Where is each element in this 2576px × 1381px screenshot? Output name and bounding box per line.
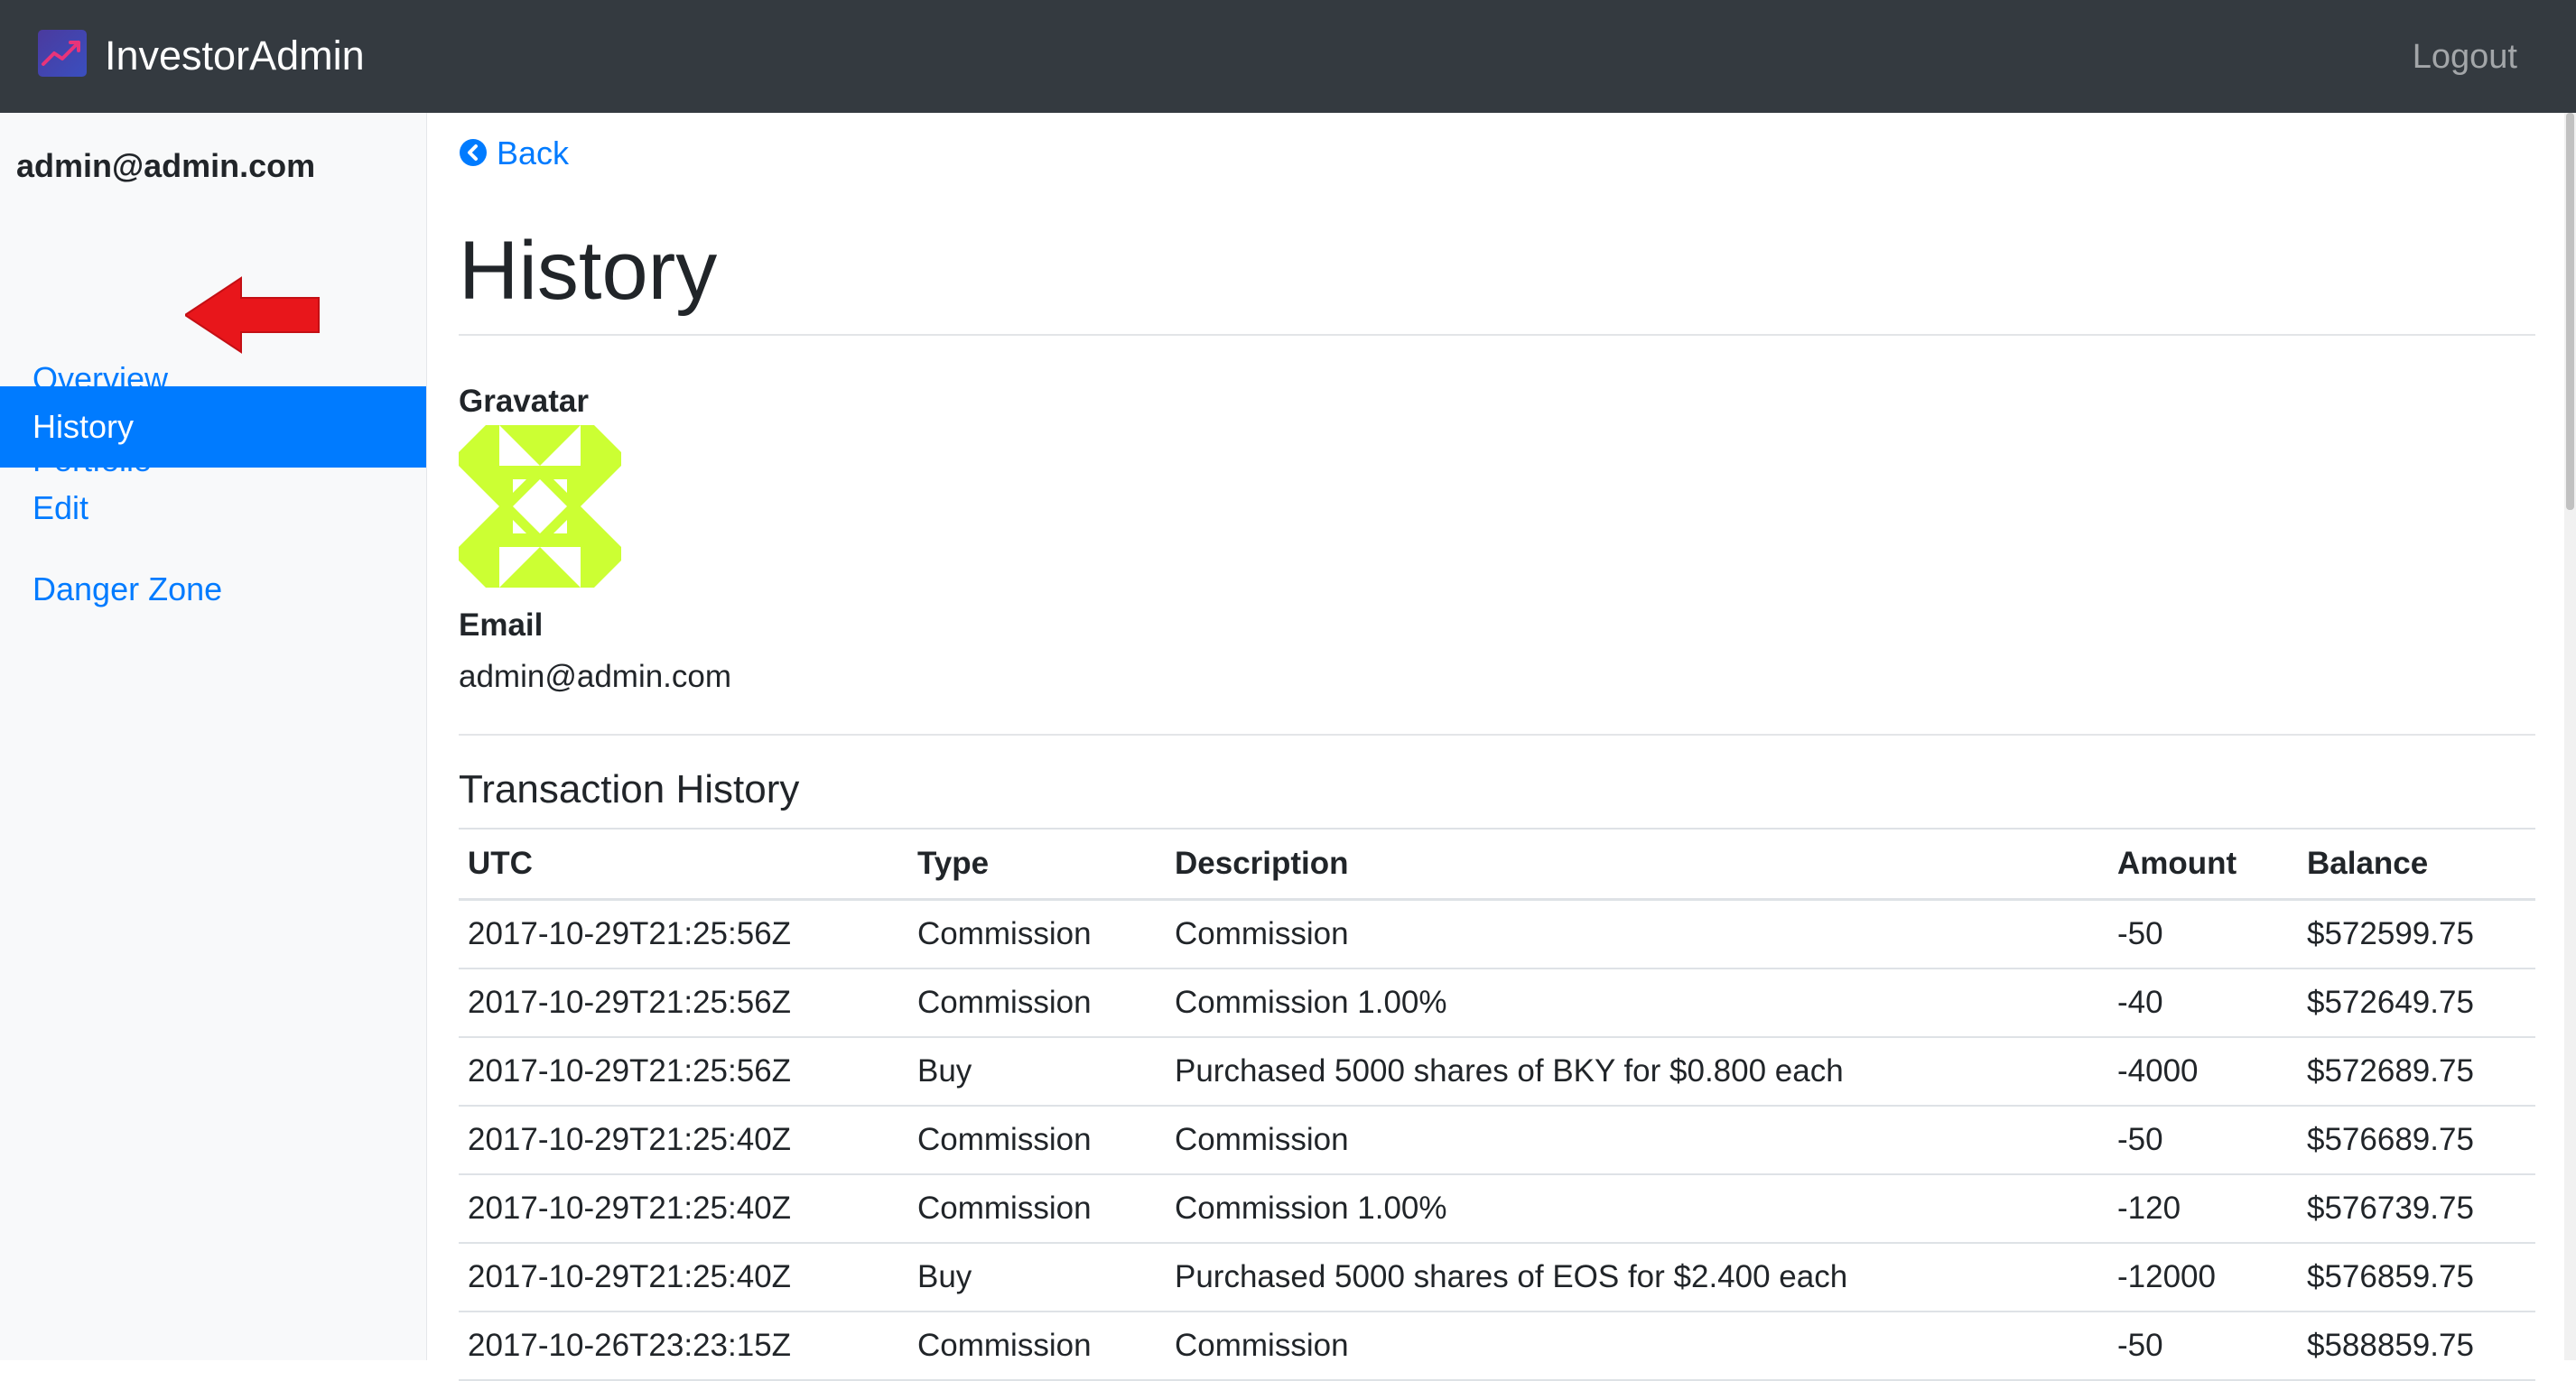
cell-amount: -50	[2108, 899, 2298, 969]
column-header-description: Description	[1166, 828, 2108, 901]
column-header-amount: Amount	[2108, 828, 2298, 901]
cell-balance: $588859.75	[2298, 1311, 2535, 1381]
cell-type: Buy	[908, 1037, 1166, 1107]
section-divider	[459, 734, 2535, 736]
cell-amount: -40	[2108, 969, 2298, 1038]
cell-utc: 2017-10-29T21:25:56Z	[459, 899, 908, 969]
cell-amount: -50	[2108, 1106, 2298, 1175]
sidebar-item-danger-zone[interactable]: Danger Zone	[0, 549, 426, 630]
trending-up-icon[interactable]	[38, 30, 87, 77]
cell-balance: $572599.75	[2298, 899, 2535, 969]
table-row: 2017-10-29T21:25:56Z Buy Purchased 5000 …	[459, 1037, 2535, 1107]
top-navbar: InvestorAdmin Logout	[0, 0, 2576, 113]
cell-type: Buy	[908, 1243, 1166, 1312]
transaction-table: UTC Type Description Amount Balance 2017…	[459, 828, 2535, 1381]
page-scrollbar[interactable]	[2564, 113, 2576, 1360]
cell-balance: $572649.75	[2298, 969, 2535, 1038]
chevron-circle-left-icon	[459, 138, 488, 167]
gravatar-label: Gravatar	[459, 384, 589, 419]
cell-utc: 2017-10-29T21:25:40Z	[459, 1106, 908, 1175]
column-header-type: Type	[908, 828, 1166, 901]
sidebar-item-history[interactable]: History	[0, 386, 426, 468]
cell-amount: -12000	[2108, 1243, 2298, 1312]
cell-utc: 2017-10-29T21:25:56Z	[459, 969, 908, 1038]
email-label: Email	[459, 607, 544, 643]
email-value: admin@admin.com	[459, 659, 732, 694]
table-row: 2017-10-29T21:25:56Z Commission Commissi…	[459, 969, 2535, 1038]
table-row: 2017-10-29T21:25:40Z Buy Purchased 5000 …	[459, 1243, 2535, 1312]
title-divider	[459, 334, 2535, 336]
brand-name[interactable]: InvestorAdmin	[105, 31, 365, 81]
cell-amount: -50	[2108, 1311, 2298, 1381]
cell-utc: 2017-10-29T21:25:40Z	[459, 1243, 908, 1312]
logout-link[interactable]: Logout	[2413, 32, 2517, 81]
cell-balance: $576859.75	[2298, 1243, 2535, 1312]
cell-description: Commission 1.00%	[1166, 1174, 2108, 1244]
cell-amount: -4000	[2108, 1037, 2298, 1107]
gravatar-image	[459, 425, 621, 588]
cell-utc: 2017-10-29T21:25:40Z	[459, 1174, 908, 1244]
cell-type: Commission	[908, 1106, 1166, 1175]
table-row: 2017-10-29T21:25:56Z Commission Commissi…	[459, 899, 2535, 969]
cell-utc: 2017-10-26T23:23:15Z	[459, 1311, 908, 1381]
transaction-history-title: Transaction History	[459, 767, 800, 811]
table-row: 2017-10-26T23:23:15Z Commission Commissi…	[459, 1311, 2535, 1381]
scrollbar-thumb[interactable]	[2566, 113, 2574, 510]
cell-type: Commission	[908, 969, 1166, 1038]
cell-utc: 2017-10-29T21:25:56Z	[459, 1037, 908, 1107]
column-header-utc: UTC	[459, 828, 908, 901]
cell-description: Purchased 5000 shares of EOS for $2.400 …	[1166, 1243, 2108, 1312]
cell-description: Purchased 5000 shares of BKY for $0.800 …	[1166, 1037, 2108, 1107]
sidebar-item-edit[interactable]: Edit	[0, 468, 426, 549]
cell-balance: $576739.75	[2298, 1174, 2535, 1244]
cell-description: Commission	[1166, 1311, 2108, 1381]
sidebar-user-email: admin@admin.com	[16, 147, 316, 184]
cell-type: Commission	[908, 1311, 1166, 1381]
cell-description: Commission 1.00%	[1166, 969, 2108, 1038]
red-arrow-annotation	[185, 276, 322, 354]
table-row: 2017-10-29T21:25:40Z Commission Commissi…	[459, 1106, 2535, 1175]
cell-balance: $576689.75	[2298, 1106, 2535, 1175]
page-title: History	[459, 225, 718, 317]
back-label: Back	[497, 134, 570, 171]
cell-type: Commission	[908, 899, 1166, 969]
cell-description: Commission	[1166, 1106, 2108, 1175]
back-link[interactable]: Back	[459, 131, 569, 176]
cell-amount: -120	[2108, 1174, 2298, 1244]
cell-type: Commission	[908, 1174, 1166, 1244]
table-row: 2017-10-29T21:25:40Z Commission Commissi…	[459, 1174, 2535, 1244]
column-header-balance: Balance	[2298, 828, 2535, 901]
cell-description: Commission	[1166, 899, 2108, 969]
cell-balance: $572689.75	[2298, 1037, 2535, 1107]
table-header-row: UTC Type Description Amount Balance	[459, 828, 2535, 901]
